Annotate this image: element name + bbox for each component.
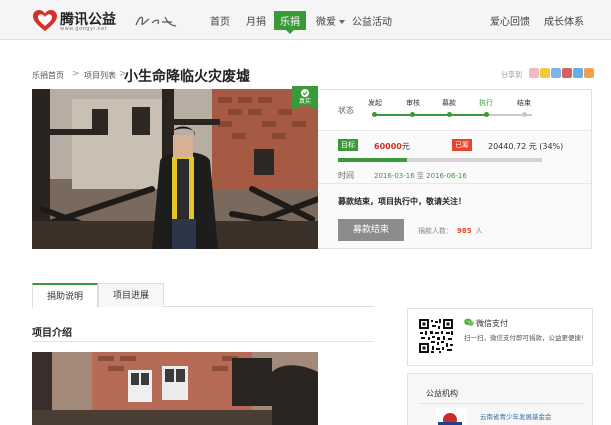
- date-range: 2016-03-16 至 2016-06-16: [374, 171, 467, 181]
- step-dot: [484, 112, 489, 117]
- share-renren-icon[interactable]: [562, 68, 572, 78]
- breadcrumb-home[interactable]: 乐捐首页: [32, 70, 64, 81]
- charity-org-name[interactable]: 云南省青少年发展基金会: [480, 411, 552, 421]
- wechat-pay-title: 微信支付: [476, 319, 508, 328]
- funding-progress-bar: [338, 158, 542, 162]
- step-label-active: 执行: [479, 99, 493, 107]
- organization-logo-icon: [436, 408, 466, 425]
- tab-donation-info[interactable]: 捐助说明: [32, 283, 98, 308]
- nav-weiai[interactable]: 微爱: [316, 13, 345, 28]
- breadcrumb-project-list[interactable]: 项目列表: [84, 70, 116, 81]
- steps-track-done: [372, 114, 486, 116]
- project-intro-photo: [32, 352, 318, 425]
- time-label: 时间: [338, 171, 354, 180]
- divider: [318, 183, 591, 184]
- donor-count: 捐款人数： 985 人: [418, 226, 483, 236]
- divider: [418, 403, 584, 404]
- nav-lejuan[interactable]: 乐捐: [274, 11, 306, 34]
- step-dot: [522, 112, 527, 117]
- funding-progress-fill: [338, 158, 408, 162]
- wechat-icon: [464, 318, 474, 326]
- project-photo: [32, 89, 318, 249]
- donor-count-label: 捐款人数：: [418, 227, 453, 235]
- step-label: 审核: [406, 99, 420, 107]
- currency-unit: 元: [401, 142, 410, 151]
- nav-monthly[interactable]: 月捐: [246, 13, 266, 28]
- step-label: 发起: [368, 99, 382, 107]
- nav-rewards[interactable]: 爱心回馈: [490, 13, 530, 28]
- raised-badge: 已筹: [452, 139, 472, 151]
- share-label: 分享到: [501, 71, 522, 79]
- charity-org-title: 公益机构: [426, 389, 458, 398]
- section-title: 项目介绍: [32, 328, 72, 339]
- tencent-gongyi-logo[interactable]: 腾讯公益 www.gongyi.net: [32, 9, 182, 33]
- step-label: 结束: [517, 99, 531, 107]
- page-title: 小生命降临火灾废墟: [124, 69, 250, 85]
- status-label: 状态: [338, 106, 354, 115]
- step-label: 募款: [442, 99, 456, 107]
- fire-ruins-image: [32, 89, 318, 249]
- check-icon: [301, 89, 309, 97]
- donor-count-value: 985: [457, 227, 472, 235]
- target-amount-value: 60000: [374, 142, 402, 151]
- breadcrumb-separator: >: [72, 69, 80, 79]
- signature-slogan-icon: [135, 16, 177, 27]
- nav-weiai-label: 微爱: [316, 17, 336, 28]
- logo-url: www.gongyi.net: [60, 26, 108, 32]
- charity-organization-box: 公益机构 云南省青少年发展基金会: [407, 373, 593, 425]
- step-dot: [410, 112, 415, 117]
- verified-tag-label: 真实: [299, 97, 311, 105]
- verified-tag: 真实: [292, 86, 318, 110]
- target-badge: 目标: [338, 139, 358, 151]
- status-steps: 状态 发起 审核 募款 执行 结束: [318, 90, 591, 131]
- step-dot: [447, 112, 452, 117]
- share-tencent-icon[interactable]: [551, 68, 561, 78]
- burnt-building-image: [32, 352, 318, 425]
- wechat-pay-box: 微信支付 扫一扫，微信支付即可捐款，公益更便捷！: [407, 308, 593, 366]
- heart-logo-icon: [33, 10, 57, 31]
- chevron-down-icon: [339, 20, 345, 24]
- share-more-icon[interactable]: [584, 68, 594, 78]
- project-info-panel: 状态 发起 审核 募款 执行 结束 目标 60000元 已筹 20440.72 …: [318, 89, 592, 249]
- date-separator: 至: [416, 172, 424, 180]
- fundraising-ended-button[interactable]: 募款结束: [338, 219, 404, 241]
- donor-count-unit: 人: [475, 227, 483, 235]
- wechat-pay-description: 扫一扫，微信支付即可捐款，公益更便捷！: [464, 334, 588, 342]
- share-qq-icon[interactable]: [573, 68, 583, 78]
- tab-project-progress[interactable]: 项目进展: [98, 283, 164, 307]
- raised-amount: 20440.72 元 (34%): [488, 142, 564, 151]
- share-weibo-icon[interactable]: [540, 68, 550, 78]
- status-message: 募款结束，项目执行中，敬请关注！: [338, 197, 466, 206]
- wechat-pay-qr-code[interactable]: [418, 318, 454, 354]
- section-divider: [32, 341, 374, 342]
- date-start: 2016-03-16: [374, 172, 415, 180]
- nav-home[interactable]: 首页: [210, 13, 230, 28]
- nav-activities[interactable]: 公益活动: [352, 13, 392, 28]
- share-qzone-icon[interactable]: [529, 68, 539, 78]
- step-dot: [372, 112, 377, 117]
- nav-growth[interactable]: 成长体系: [544, 13, 584, 28]
- content-tabs: 捐助说明 项目进展: [32, 283, 374, 308]
- top-navigation-bar: 腾讯公益 www.gongyi.net 首页 月捐 乐捐 微爱 公益活动 爱心回…: [0, 0, 611, 40]
- date-end: 2016-06-16: [426, 172, 467, 180]
- target-amount: 60000元: [374, 141, 410, 152]
